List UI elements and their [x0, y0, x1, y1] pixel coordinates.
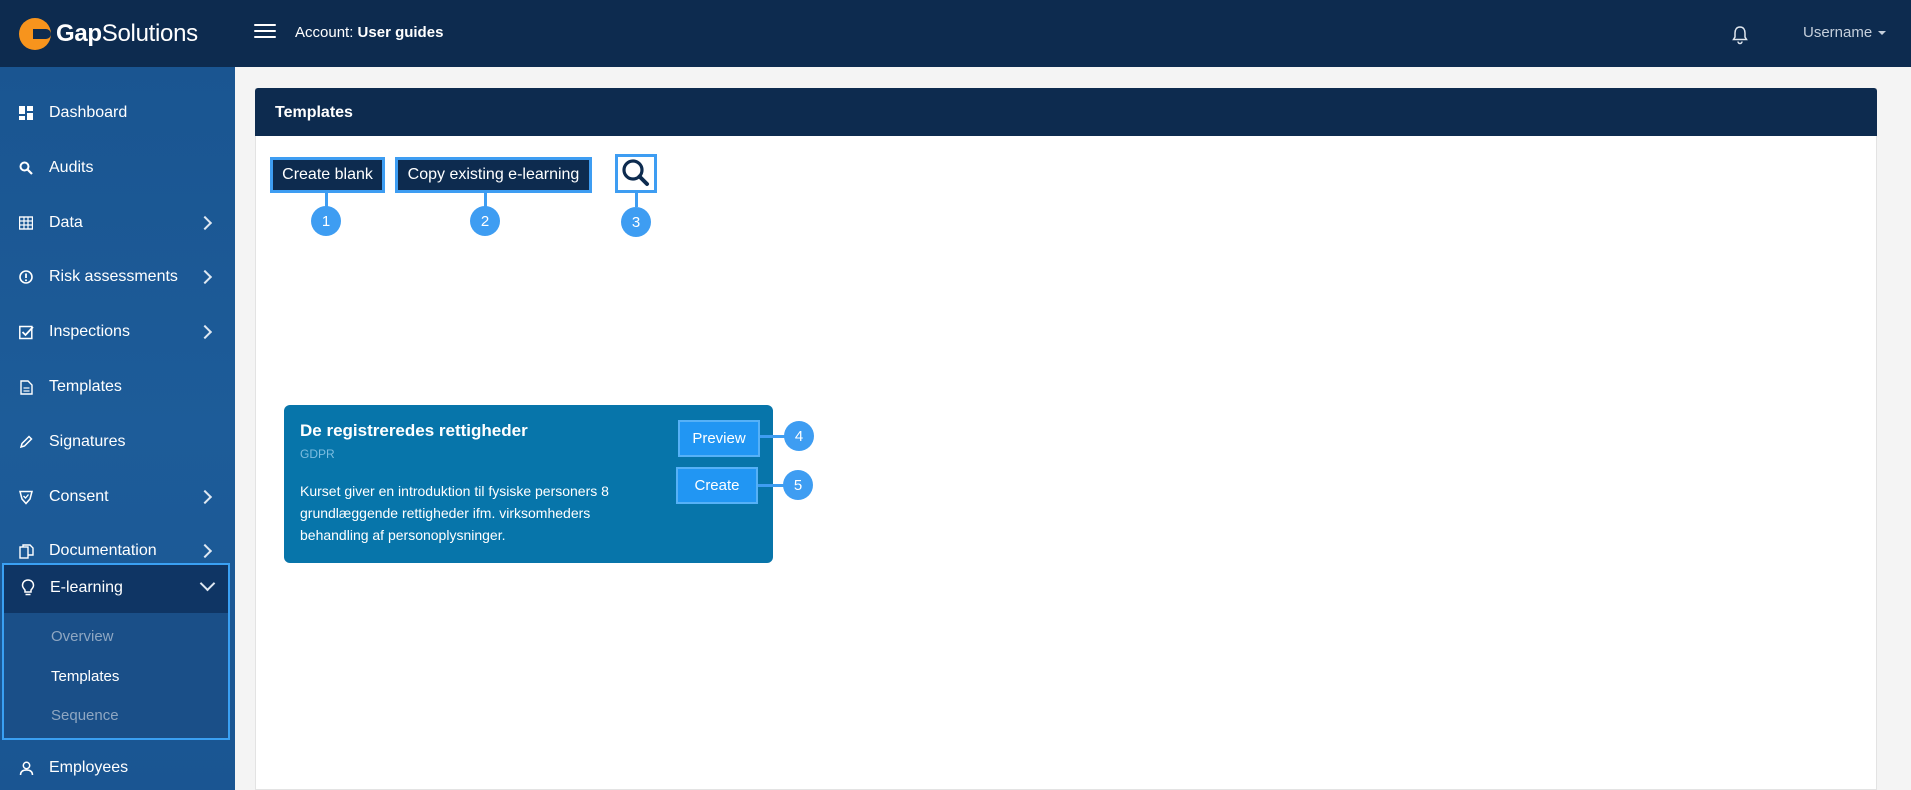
logo-text: GapSolutions: [56, 20, 198, 47]
chevron-down-icon: [199, 575, 216, 592]
callout-line: [760, 435, 785, 438]
account-label: Account: User guides: [295, 24, 444, 41]
sidebar-item-data[interactable]: Data: [0, 203, 235, 243]
chevron-right-icon: [197, 543, 213, 559]
callout-line: [635, 193, 638, 207]
card-category: GDPR: [300, 447, 335, 461]
alert-circle-icon: [18, 269, 34, 285]
bell-icon[interactable]: [1731, 25, 1749, 45]
sidebar-subitem-sequence[interactable]: Sequence: [51, 707, 119, 724]
files-icon: [18, 543, 34, 559]
search-button[interactable]: [615, 154, 657, 193]
create-blank-button[interactable]: Create blank: [270, 157, 385, 193]
lightbulb-icon: [21, 579, 35, 601]
callout-badge-3: 3: [621, 207, 651, 237]
copy-existing-elearning-button[interactable]: Copy existing e-learning: [395, 157, 592, 193]
callout-badge-5: 5: [783, 470, 813, 500]
elearning-section: E-learning Overview Templates Sequence: [2, 563, 230, 740]
callout-badge-1: 1: [311, 206, 341, 236]
sidebar-subitem-overview[interactable]: Overview: [51, 628, 114, 645]
logo-mark-icon: [19, 18, 51, 50]
top-bar: GapSolutions Account: User guides Userna…: [0, 0, 1911, 67]
sidebar-item-consent[interactable]: Consent: [0, 477, 235, 517]
hamburger-menu-icon[interactable]: [254, 24, 276, 42]
callout-line: [484, 193, 487, 207]
create-button[interactable]: Create: [676, 467, 758, 504]
callout-line: [325, 193, 328, 207]
sidebar-item-elearning[interactable]: E-learning: [4, 565, 228, 613]
callout-line: [758, 484, 785, 487]
card-title: De registreredes rettigheder: [300, 421, 528, 440]
page-title: Templates: [275, 104, 353, 121]
search-icon: [18, 160, 34, 176]
sidebar-item-templates[interactable]: Templates: [0, 367, 235, 407]
sidebar-item-dashboard[interactable]: Dashboard: [0, 93, 235, 133]
chevron-right-icon: [197, 269, 213, 285]
logo[interactable]: GapSolutions: [19, 18, 198, 50]
sidebar-item-signatures[interactable]: Signatures: [0, 422, 235, 462]
checkbox-icon: [18, 324, 34, 340]
card-description: Kurset giver en introduktion til fysiske…: [300, 483, 609, 543]
chevron-right-icon: [197, 215, 213, 231]
panel-header: Templates: [255, 88, 1877, 136]
pen-icon: [18, 434, 34, 450]
sidebar-item-inspections[interactable]: Inspections: [0, 312, 235, 352]
sidebar-subitem-templates[interactable]: Templates: [51, 668, 119, 685]
chevron-right-icon: [197, 489, 213, 505]
account-name: User guides: [357, 24, 444, 41]
shield-icon: [18, 489, 34, 505]
document-icon: [18, 379, 34, 395]
preview-button[interactable]: Preview: [678, 420, 760, 457]
callout-badge-4: 4: [784, 421, 814, 451]
sidebar-item-risk-assessments[interactable]: Risk assessments: [0, 257, 235, 297]
callout-badge-2: 2: [470, 206, 500, 236]
table-icon: [18, 215, 34, 231]
sidebar-item-employees[interactable]: Employees: [0, 748, 235, 788]
user-icon: [18, 760, 34, 776]
sidebar: Dashboard Audits Data Risk assessments I…: [0, 67, 235, 790]
sidebar-item-audits[interactable]: Audits: [0, 148, 235, 188]
magnifier-icon: [622, 159, 649, 186]
elearning-template-card: De registreredes rettigheder GDPR Kurset…: [284, 405, 773, 563]
chevron-right-icon: [197, 324, 213, 340]
user-menu[interactable]: Username: [1803, 24, 1887, 41]
chevron-down-icon: [1878, 31, 1887, 36]
dashboard-icon: [18, 105, 34, 121]
